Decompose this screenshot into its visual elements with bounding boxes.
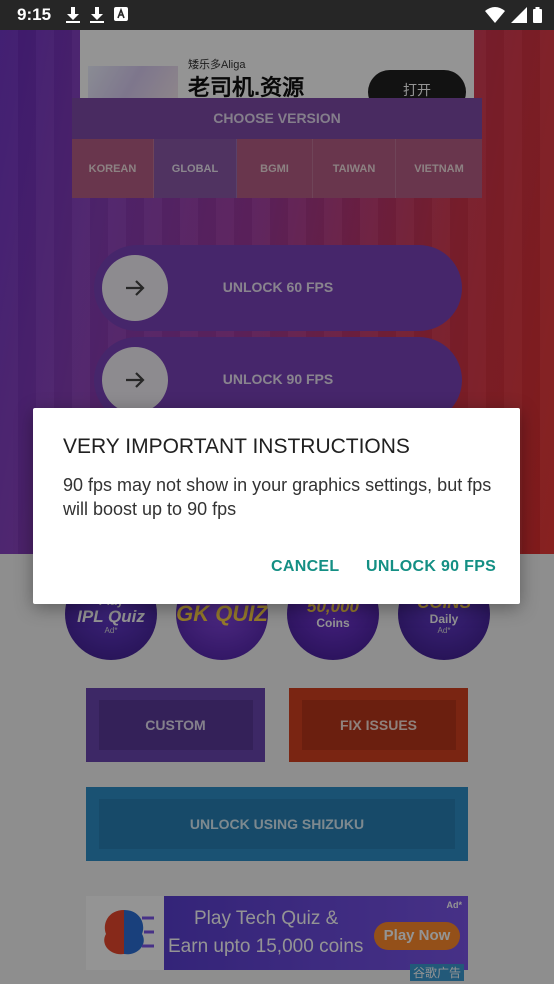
cancel-button[interactable]: CANCEL [271, 558, 339, 576]
status-bar: 9:15 [0, 0, 554, 30]
unlock-90-fps-confirm-button[interactable]: UNLOCK 90 FPS [366, 558, 496, 576]
font-app-icon [114, 7, 128, 21]
dialog-message: 90 fps may not show in your graphics set… [63, 475, 492, 519]
signal-icon [511, 7, 527, 23]
wifi-icon [485, 7, 505, 23]
download-icon [90, 7, 104, 23]
dialog-title: VERY IMPORTANT INSTRUCTIONS [63, 435, 410, 458]
status-time: 9:15 [17, 5, 52, 24]
status-left-icons [66, 7, 128, 23]
download-icon [66, 7, 80, 23]
battery-icon [533, 7, 542, 23]
status-right-icons [485, 7, 542, 23]
instructions-dialog: VERY IMPORTANT INSTRUCTIONS 90 fps may n… [33, 408, 520, 604]
